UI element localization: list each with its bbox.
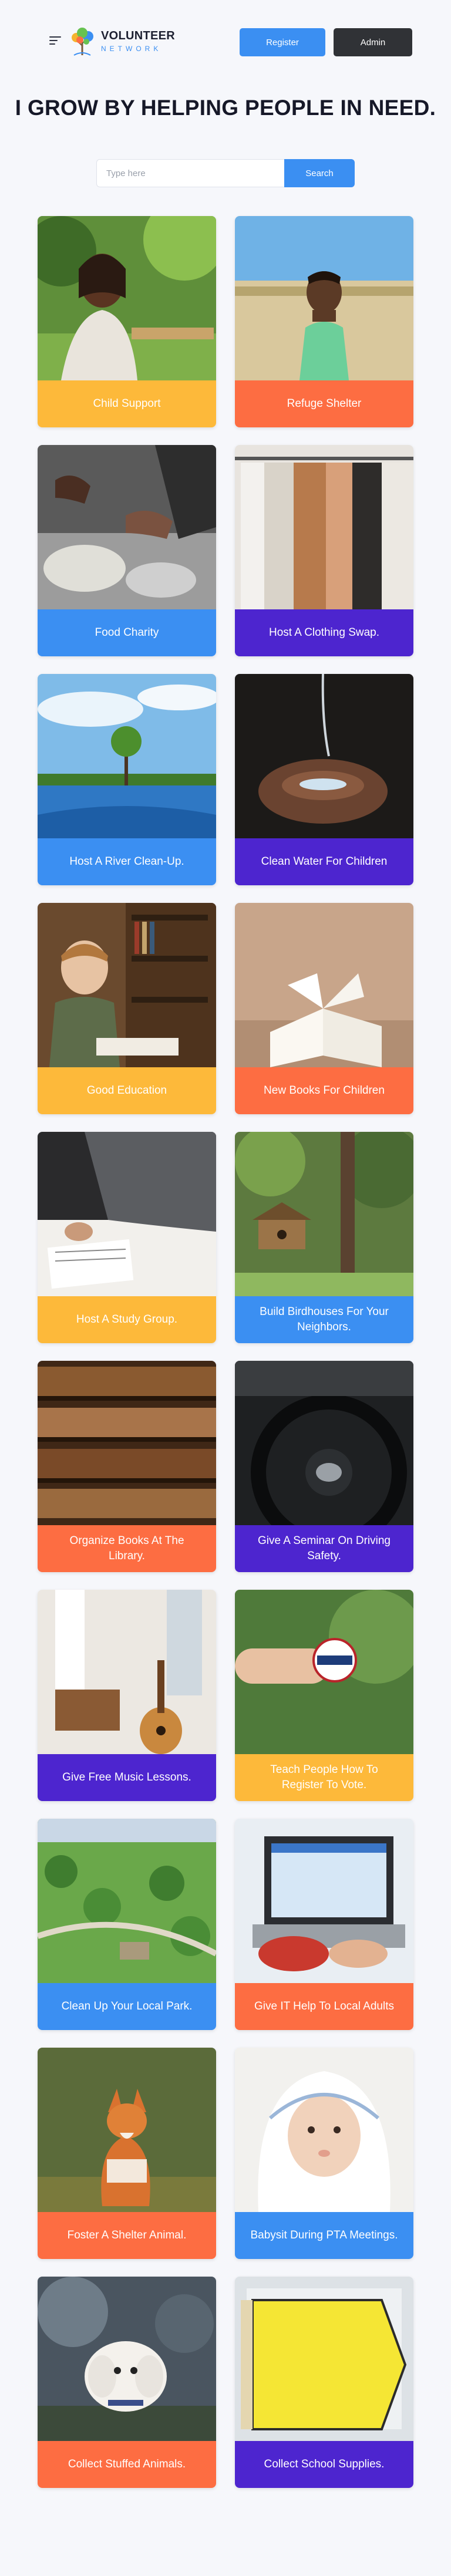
cause-card[interactable]: Host A River Clean-Up. [38, 674, 216, 885]
cause-card[interactable]: Give Free Music Lessons. [38, 1590, 216, 1801]
admin-button[interactable]: Admin [334, 28, 412, 56]
i-voted-sticker-image [235, 1590, 413, 1754]
baby-in-towel-image [235, 2048, 413, 2212]
cause-card[interactable]: Clean Water For Children [235, 674, 413, 885]
cause-card[interactable]: Host A Clothing Swap. [235, 445, 413, 656]
cause-card[interactable]: Host A Study Group. [38, 1132, 216, 1343]
steering-wheel-image [235, 1361, 413, 1525]
hamburger-menu-icon[interactable] [49, 36, 61, 46]
cause-card[interactable]: Babysit During PTA Meetings. [235, 2048, 413, 2259]
cause-card-label: Give IT Help To Local Adults [235, 1983, 413, 2030]
cause-card-label: Clean Water For Children [235, 838, 413, 885]
page-title: I GROW BY HELPING PEOPLE IN NEED. [15, 96, 436, 120]
cause-card-label: Organize Books At The Library. [38, 1525, 216, 1572]
search-button[interactable]: Search [284, 159, 355, 187]
cause-card-label: Host A River Clean-Up. [38, 838, 216, 885]
cause-card-label: Collect School Supplies. [235, 2441, 413, 2488]
girl-in-garden-image [38, 216, 216, 380]
cause-card[interactable]: Give A Seminar On Driving Safety. [235, 1361, 413, 1572]
food-donation-image [38, 445, 216, 609]
guitar-room-image [38, 1590, 216, 1754]
site-header: VOLUNTEER NETWORK Register Admin [0, 0, 451, 88]
cause-card[interactable]: Collect Stuffed Animals. [38, 2277, 216, 2488]
cause-card-label: Build Birdhouses For Your Neighbors. [235, 1296, 413, 1343]
cause-card[interactable]: Food Charity [38, 445, 216, 656]
register-button[interactable]: Register [240, 28, 325, 56]
cause-card[interactable]: Collect School Supplies. [235, 2277, 413, 2488]
logo[interactable]: VOLUNTEER NETWORK [68, 26, 175, 56]
cause-card[interactable]: New Books For Children [235, 903, 413, 1114]
search-bar: Search [96, 159, 355, 187]
cause-card-label: Child Support [38, 380, 216, 427]
cause-card[interactable]: Clean Up Your Local Park. [38, 1819, 216, 2030]
cause-card-label: New Books For Children [235, 1067, 413, 1114]
open-book-image [235, 903, 413, 1067]
cause-card-label: Host A Clothing Swap. [235, 609, 413, 656]
birdhouse-image [235, 1132, 413, 1296]
cause-card-label: Good Education [38, 1067, 216, 1114]
love-to-learn-sign-image [235, 2277, 413, 2441]
cause-card-label: Host A Study Group. [38, 1296, 216, 1343]
cause-card[interactable]: Give IT Help To Local Adults [235, 1819, 413, 2030]
tree-logo-icon [72, 28, 93, 56]
boy-in-field-image [235, 216, 413, 380]
cause-card-label: Food Charity [38, 609, 216, 656]
cause-card-label: Collect Stuffed Animals. [38, 2441, 216, 2488]
river-landscape-image [38, 674, 216, 838]
cause-card-label: Give Free Music Lessons. [38, 1754, 216, 1801]
water-in-hands-image [235, 674, 413, 838]
cause-card-label: Babysit During PTA Meetings. [235, 2212, 413, 2259]
cause-card[interactable]: Build Birdhouses For Your Neighbors. [235, 1132, 413, 1343]
white-puppy-image [38, 2277, 216, 2441]
cause-card-label: Refuge Shelter [235, 380, 413, 427]
logo-title: VOLUNTEER [101, 29, 176, 42]
study-notes-image [38, 1132, 216, 1296]
library-shelves-image [38, 1361, 216, 1525]
cause-card[interactable]: Refuge Shelter [235, 216, 413, 427]
aerial-park-image [38, 1819, 216, 1983]
cause-card[interactable]: Child Support [38, 216, 216, 427]
boy-reading-image [38, 903, 216, 1067]
cause-card-grid: Child Support Refuge Shelter Food Charity H… [38, 216, 413, 2488]
cause-card-label: Clean Up Your Local Park. [38, 1983, 216, 2030]
cause-card-label: Give A Seminar On Driving Safety. [235, 1525, 413, 1572]
logo-subtitle: NETWORK [101, 45, 162, 53]
cause-card[interactable]: Teach People How To Register To Vote. [235, 1590, 413, 1801]
search-input[interactable] [96, 159, 285, 187]
cause-card[interactable]: Foster A Shelter Animal. [38, 2048, 216, 2259]
clothing-rack-image [235, 445, 413, 609]
cause-card[interactable]: Good Education [38, 903, 216, 1114]
cause-card-label: Foster A Shelter Animal. [38, 2212, 216, 2259]
cause-card[interactable]: Organize Books At The Library. [38, 1361, 216, 1572]
cause-card-label: Teach People How To Register To Vote. [235, 1754, 413, 1801]
red-fox-image [38, 2048, 216, 2212]
laptop-typing-image [235, 1819, 413, 1983]
